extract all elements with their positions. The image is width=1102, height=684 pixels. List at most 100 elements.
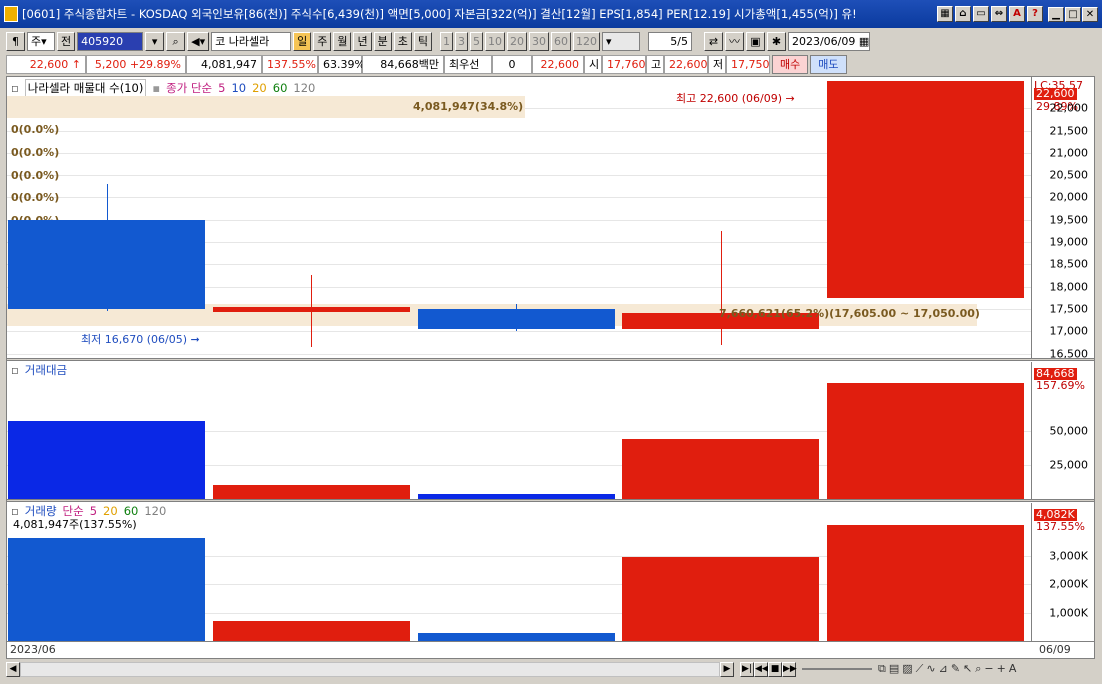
interval-1-button[interactable]: 1 [439, 31, 453, 51]
interval-60-button[interactable]: 60 [550, 31, 571, 51]
code-value: 405920 [81, 34, 124, 48]
settings-gear-icon[interactable]: ✱ [766, 31, 786, 51]
interval-30-button[interactable]: 30 [528, 31, 549, 51]
font-icon[interactable]: A [1009, 6, 1025, 22]
volume-profile-bottom-label: 7,660,621(65.2%)(17,605.00 ~ 17,050.00) [719, 307, 980, 320]
period-day-button[interactable]: 일 [293, 31, 312, 51]
line-tool-icon[interactable]: ⟋ [916, 662, 924, 676]
measure-tool-icon[interactable]: ⊿ [939, 662, 948, 676]
stop-button[interactable]: ■ [768, 661, 782, 677]
count-suffix: /5 [677, 34, 688, 48]
chart-type-icon[interactable]: 〰 [724, 31, 744, 51]
stock-name: 나라셀라 [228, 34, 270, 48]
volume-bar[interactable] [827, 525, 1025, 641]
sell-button[interactable]: 매도 [810, 54, 847, 74]
scroll-end-button[interactable]: ▶| [740, 661, 754, 677]
volume-profile-zero-label: 0(0.0%) [11, 145, 60, 159]
cursor-tool-icon[interactable]: ↖ [963, 662, 972, 676]
close-button[interactable]: ✕ [1082, 6, 1098, 22]
maximize-button[interactable]: □ [1065, 6, 1081, 22]
link-icon[interactable]: ⇔ [991, 6, 1007, 22]
volume-bar[interactable] [212, 621, 410, 641]
candle-body[interactable] [212, 306, 410, 312]
transfer-icon[interactable]: ⇄ [703, 31, 723, 51]
help-icon[interactable]: ? [1027, 6, 1043, 22]
period-week-button[interactable]: 주 [313, 31, 332, 51]
low-annotation: 최저 16,670 (06/05) ➞ [81, 333, 200, 346]
interval-10-button[interactable]: 10 [484, 31, 505, 51]
ma-10: 10 [231, 81, 247, 95]
chart-scrollbar: ◀ ▶ ▶| ◀◀ ■ ▶▶ ⧉ ▤ ▨ ⟋ ∿ ⊿ ✎ ↖ ⌕ − + A [6, 660, 1095, 678]
price-pane[interactable]: ▫나라셀라 매물대 수(10) ▪종가 단순 5 10 20 60 120 ▦ … [7, 77, 1031, 358]
volume-tick-label: 2,000K [1049, 577, 1088, 591]
candle-body[interactable] [8, 219, 205, 309]
text-tool-icon[interactable]: A [1009, 662, 1017, 676]
amount-bar[interactable] [622, 438, 820, 499]
home-icon[interactable]: ⌂ [955, 6, 971, 22]
interval-120-button[interactable]: 120 [572, 31, 600, 51]
grid-icon[interactable]: ▦ [937, 6, 953, 22]
volume-bar[interactable] [8, 537, 205, 641]
code-dropdown-icon[interactable]: ▾ [145, 31, 165, 51]
volume-tick-label: 3,000K [1049, 549, 1088, 563]
search-icon[interactable]: ⌕ [166, 31, 186, 51]
x-axis-end: 06/09 [1039, 643, 1071, 656]
toolbar: ¶ 주▾ 전 405920 ▾ ⌕ ◀▾ 코 나라셀라 일 주 월 년 분 초 … [0, 30, 1102, 52]
interval-select[interactable]: ▾ [601, 31, 640, 51]
volume-pane[interactable]: ▫ 거래량 단순 5 20 60 120 4,081,947주(137.55%) [7, 503, 1031, 641]
price-legend: ▫ 나라셀라 매물대 수(10) ▪ 종가 단순 5 10 20 60 120 [11, 79, 316, 97]
candle-body[interactable] [417, 308, 615, 329]
volume-profile-zero-label: 0(0.0%) [11, 123, 60, 136]
fast-forward-button[interactable]: ▶▶ [782, 661, 797, 677]
prev-button[interactable]: 전 [57, 31, 76, 51]
scroll-track[interactable] [20, 661, 720, 677]
save-icon[interactable]: ▣ [745, 31, 765, 51]
speaker-button[interactable]: ◀▾ [187, 31, 210, 51]
hatch-icon[interactable]: ▨ [902, 662, 912, 676]
period-minute-button[interactable]: 분 [373, 31, 392, 51]
period-year-button[interactable]: 년 [353, 31, 372, 51]
amount-bar[interactable] [8, 421, 205, 499]
interval-20-button[interactable]: 20 [506, 31, 527, 51]
stock-name-field[interactable]: 코 나라셀라 [211, 31, 292, 51]
pane-divider[interactable] [7, 499, 1094, 502]
zoom-out-icon[interactable]: − [984, 662, 993, 676]
amount-bar[interactable] [212, 484, 410, 499]
rewind-button[interactable]: ◀◀ [754, 661, 769, 677]
interval-5-button[interactable]: 5 [469, 31, 483, 51]
wave-tool-icon[interactable]: ∿ [926, 662, 935, 676]
scroll-left-button[interactable]: ◀ [6, 661, 20, 677]
pin-icon[interactable]: ¶ [6, 31, 25, 51]
code-input[interactable]: 405920 [77, 31, 144, 51]
candle-body[interactable] [827, 81, 1025, 298]
volume-bar[interactable] [417, 632, 615, 641]
layout-icon[interactable]: ▤ [889, 662, 899, 676]
window-icon[interactable]: ▭ [973, 6, 989, 22]
price-tick-label: 18,500 [1049, 257, 1089, 271]
market-select[interactable]: 주▾ [27, 31, 55, 51]
amount-cell: 84,668백만 [362, 54, 444, 74]
minimize-button[interactable]: ▁ [1048, 6, 1064, 22]
price-tick-label: 21,000 [1049, 146, 1089, 160]
zoom-in-icon[interactable]: + [997, 662, 1006, 676]
pane-divider[interactable] [7, 358, 1094, 361]
zoom-slider[interactable] [802, 668, 872, 670]
amount-bar[interactable] [827, 383, 1025, 499]
date-input[interactable]: 2023/06/09 ▦ [787, 31, 870, 51]
period-second-button[interactable]: 초 [393, 31, 412, 51]
chart-area[interactable]: ▫나라셀라 매물대 수(10) ▪종가 단순 5 10 20 60 120 ▦ … [6, 76, 1095, 659]
period-month-button[interactable]: 월 [333, 31, 352, 51]
count-input[interactable]: 5/5 [647, 31, 692, 51]
period-tick-button[interactable]: 틱 [413, 31, 432, 51]
zoom-icon[interactable]: ⌕ [975, 662, 981, 676]
high-label: 고 [646, 54, 664, 74]
interval-3-button[interactable]: 3 [454, 31, 468, 51]
amount-pane[interactable]: ▫ 거래대금 [7, 362, 1031, 499]
copy-icon[interactable]: ⧉ [878, 662, 886, 676]
app-icon [4, 6, 18, 22]
pen-tool-icon[interactable]: ✎ [951, 662, 960, 676]
scroll-right-button[interactable]: ▶ [720, 661, 734, 677]
volume-bar[interactable] [622, 557, 820, 641]
change-cell: 5,200 +29.89% [86, 54, 186, 74]
buy-button[interactable]: 매수 [772, 54, 809, 74]
